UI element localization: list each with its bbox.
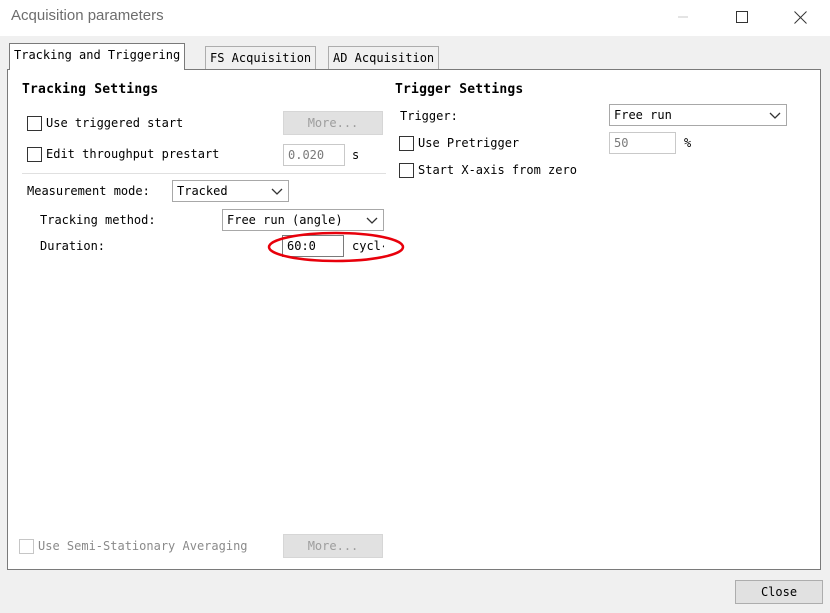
measurement-mode-label: Measurement mode: <box>27 184 150 198</box>
prestart-input[interactable]: 0.020 <box>283 144 345 166</box>
tracking-method-select[interactable]: Free run (angle) <box>222 209 384 231</box>
tab-panel <box>7 69 821 570</box>
use-pretrigger-checkbox[interactable] <box>399 136 414 151</box>
tab-fs-acquisition[interactable]: FS Acquisition <box>205 46 317 70</box>
divider <box>22 173 386 174</box>
close-icon <box>793 10 807 24</box>
tracking-method-value: Free run (angle) <box>227 213 343 227</box>
chevron-down-icon <box>366 217 378 224</box>
edit-throughput-prestart-label: Edit throughput prestart <box>46 147 220 161</box>
minimize-button[interactable] <box>660 0 706 34</box>
maximize-button[interactable] <box>719 0 765 34</box>
start-x-axis-label: Start X-axis from zero <box>418 163 577 177</box>
close-button[interactable]: Close <box>735 580 823 604</box>
title-bar: Acquisition parameters <box>0 0 830 36</box>
chevron-down-icon <box>769 112 781 119</box>
semi-stationary-label: Use Semi-Stationary Averaging <box>38 539 248 553</box>
trigger-settings-heading: Trigger Settings <box>395 82 524 97</box>
start-x-axis-checkbox[interactable] <box>399 163 414 178</box>
duration-label: Duration: <box>40 239 106 253</box>
maximize-icon <box>736 11 748 23</box>
semi-stationary-checkbox[interactable] <box>19 539 34 554</box>
minimize-icon <box>678 16 688 18</box>
pretrigger-input[interactable]: 50 <box>609 132 676 154</box>
tracking-settings-heading: Tracking Settings <box>22 82 159 97</box>
trigger-select[interactable]: Free run <box>609 104 787 126</box>
pretrigger-unit: % <box>684 136 692 150</box>
use-triggered-start-label: Use triggered start <box>46 116 184 130</box>
measurement-mode-select[interactable]: Tracked <box>172 180 289 202</box>
edit-throughput-prestart-checkbox[interactable] <box>27 147 42 162</box>
tracking-method-label: Tracking method: <box>40 213 156 227</box>
trigger-label: Trigger: <box>400 109 458 123</box>
triggered-start-more-button[interactable]: More... <box>283 111 383 135</box>
tab-tracking-and-triggering[interactable]: Tracking and Triggering <box>9 43 186 70</box>
semi-stationary-more-button[interactable]: More... <box>283 534 383 558</box>
close-window-button[interactable] <box>777 0 823 34</box>
measurement-mode-value: Tracked <box>177 184 228 198</box>
prestart-unit: s <box>352 148 360 162</box>
trigger-value: Free run <box>614 108 672 122</box>
use-pretrigger-label: Use Pretrigger <box>418 136 520 150</box>
tab-ad-acquisition[interactable]: AD Acquisition <box>328 46 440 70</box>
chevron-down-icon <box>271 188 283 195</box>
window-title: Acquisition parameters <box>11 7 164 24</box>
use-triggered-start-checkbox[interactable] <box>27 116 42 131</box>
highlight-ellipse <box>267 231 405 263</box>
